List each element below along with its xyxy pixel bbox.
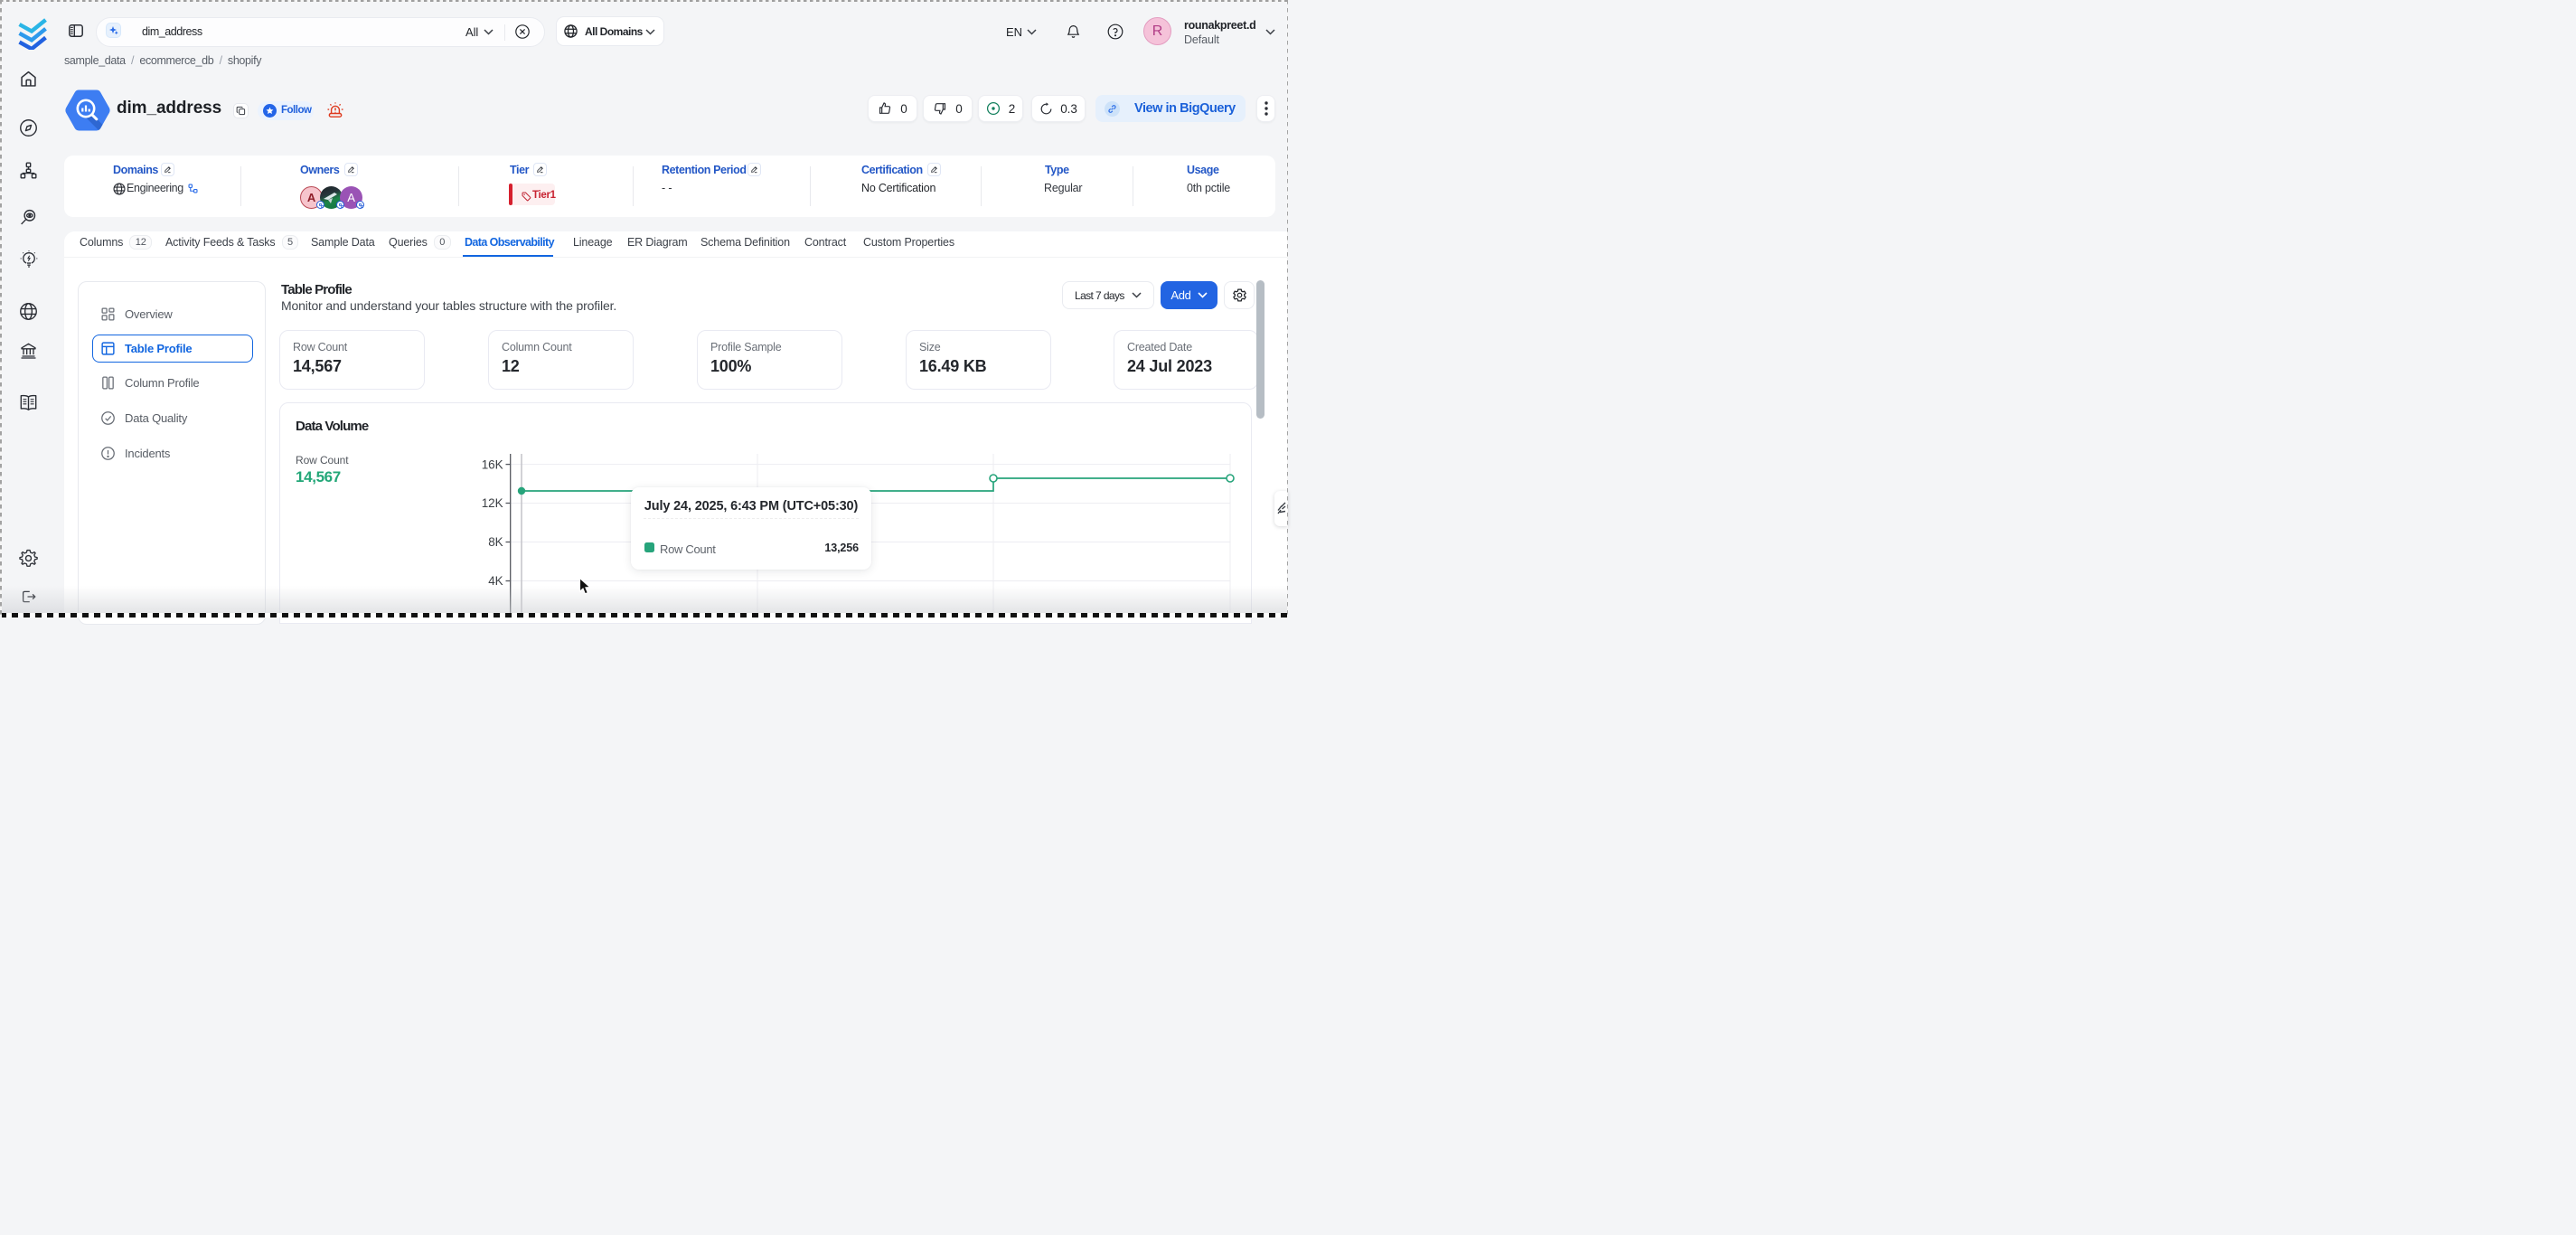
svg-text:8K: 8K	[488, 535, 503, 549]
svg-text:16K: 16K	[482, 457, 503, 471]
svg-text:4K: 4K	[488, 574, 503, 588]
svg-text:12K: 12K	[482, 496, 503, 510]
